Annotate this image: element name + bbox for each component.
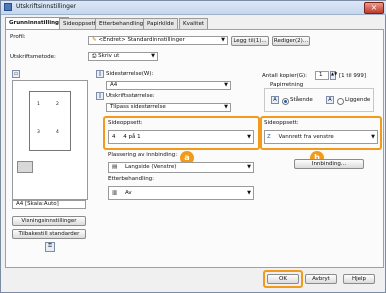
restore-defaults-button[interactable]: Tilbakestill standarder: [12, 229, 86, 239]
preview-cell: 3: [37, 130, 40, 135]
portrait-icon: A: [271, 96, 279, 104]
page-layout-value: 4 på 1: [123, 134, 141, 140]
chevron-down-icon: ▼: [224, 104, 228, 110]
output-method-dropdown[interactable]: ⎙ Skriv ut ▼: [88, 52, 158, 61]
tab-page-setup[interactable]: Sideoppsett: [59, 18, 100, 29]
window-title: Utskriftsinnstillinger: [16, 3, 77, 10]
placement-dropdown[interactable]: ▤ Langside (Venstre) ▼: [108, 162, 254, 173]
profile-dropdown[interactable]: ✎ <Endret> Standardinnstillinger ▼: [88, 36, 228, 45]
chevron-down-icon: ▼: [224, 82, 228, 88]
portrait-radio[interactable]: [282, 98, 289, 105]
help-lock-icon[interactable]: ⚿: [45, 242, 55, 252]
page-size-label: Sidestørrelse(W):: [106, 71, 154, 77]
print-settings-window: Utskriftsinnstillinger × Grunninnstillin…: [0, 0, 386, 293]
profile-label: Profil:: [10, 34, 26, 40]
finishing-dropdown[interactable]: ▥ Av ▼: [108, 186, 254, 200]
help-button[interactable]: Hjelp: [343, 274, 375, 284]
landscape-icon: A: [326, 96, 334, 104]
landscape-radio[interactable]: [337, 98, 344, 105]
gutter-button[interactable]: Innbinding...: [294, 159, 364, 169]
profile-value: <Endret> Standardinnstillinger: [98, 37, 185, 43]
output-size-value: Tilpass sidestørrelse: [110, 104, 166, 110]
preview-cell: 2: [56, 102, 59, 107]
chevron-down-icon: ▼: [151, 53, 155, 59]
settings-panel: Profil: ✎ <Endret> Standardinnstillinger…: [5, 29, 384, 268]
chevron-down-icon: ▼: [247, 134, 251, 140]
finishing-label: Etterbehandling:: [108, 176, 155, 182]
finishing-icon: ▥: [112, 190, 118, 196]
copies-stepper[interactable]: ▲▼: [330, 71, 337, 80]
output-method-value: Skriv ut: [98, 53, 120, 59]
output-size-label: Utskriftsstørrelse:: [106, 93, 155, 99]
ok-button[interactable]: OK: [267, 274, 299, 284]
preview-cell: 4: [56, 130, 59, 135]
page-size-value: A4: [110, 82, 118, 88]
output-size-dropdown[interactable]: Tilpass sidestørrelse ▼: [106, 103, 231, 112]
binding-placement-icon: ▤: [112, 164, 118, 170]
layout-preview: 1 2 3 4: [12, 80, 88, 200]
placement-value: Langside (Venstre): [124, 164, 177, 170]
preview-status: A4 [Skala:Auto]: [12, 200, 86, 209]
chevron-down-icon: ▼: [221, 37, 225, 43]
printer-app-icon: [4, 3, 12, 11]
close-button[interactable]: ×: [364, 2, 384, 14]
output-size-icon: ▯: [96, 92, 104, 100]
preview-mode-icon[interactable]: ▭: [12, 70, 20, 78]
placement-label: Plassering av innbinding:: [108, 152, 178, 158]
printer-icon: ⎙: [92, 53, 97, 59]
preview-status-text: A4 [Skala:Auto]: [16, 201, 59, 207]
copies-range: [1 til 999]: [339, 73, 366, 79]
page-size-icon: ▯: [96, 70, 104, 78]
binding-order-label: Sideoppsett:: [264, 120, 299, 126]
title-bar: Utskriftsinnstillinger ×: [1, 1, 386, 15]
close-icon: ×: [370, 3, 378, 12]
add-profile-button[interactable]: Legg til(1)...: [231, 36, 269, 46]
copies-label: Antall kopier(G):: [262, 73, 308, 79]
chevron-down-icon: ▼: [371, 134, 375, 140]
cancel-button[interactable]: Avbryt: [305, 274, 337, 284]
landscape-label: Liggende: [345, 97, 371, 103]
page-size-dropdown[interactable]: A4 ▼: [106, 81, 231, 90]
page-layout-dropdown[interactable]: 4 4 på 1 ▼: [108, 130, 254, 144]
page-layout-label: Sideoppsett:: [108, 120, 143, 126]
pencil-icon: ✎: [92, 37, 97, 43]
zigzag-order-icon: Z: [267, 134, 271, 140]
view-settings-button[interactable]: Visningsinnstillinger: [12, 216, 86, 226]
tab-finishing[interactable]: Etterbehandling: [95, 18, 148, 29]
copies-input[interactable]: 1: [315, 71, 329, 80]
edit-profile-button[interactable]: Rediger(2)...: [272, 36, 310, 46]
portrait-label: Stående: [290, 97, 313, 103]
preview-page: 1 2 3 4: [29, 91, 71, 151]
binding-order-dropdown[interactable]: Z Vannrett fra venstre ▼: [264, 130, 378, 144]
chevron-down-icon: ▼: [247, 190, 251, 196]
tab-quality[interactable]: Kvalitet: [179, 18, 208, 29]
chevron-down-icon: ▼: [247, 164, 251, 170]
printer-icon: [17, 161, 33, 173]
tab-paper-source[interactable]: Papirkilde: [143, 18, 178, 29]
copies-value: 1: [319, 72, 323, 78]
page-layout-icon: 4: [112, 134, 116, 140]
preview-cell: 1: [37, 102, 40, 107]
binding-order-value: Vannrett fra venstre: [278, 134, 334, 140]
output-method-label: Utskriftsmetode:: [10, 54, 56, 60]
finishing-value: Av: [124, 190, 132, 196]
